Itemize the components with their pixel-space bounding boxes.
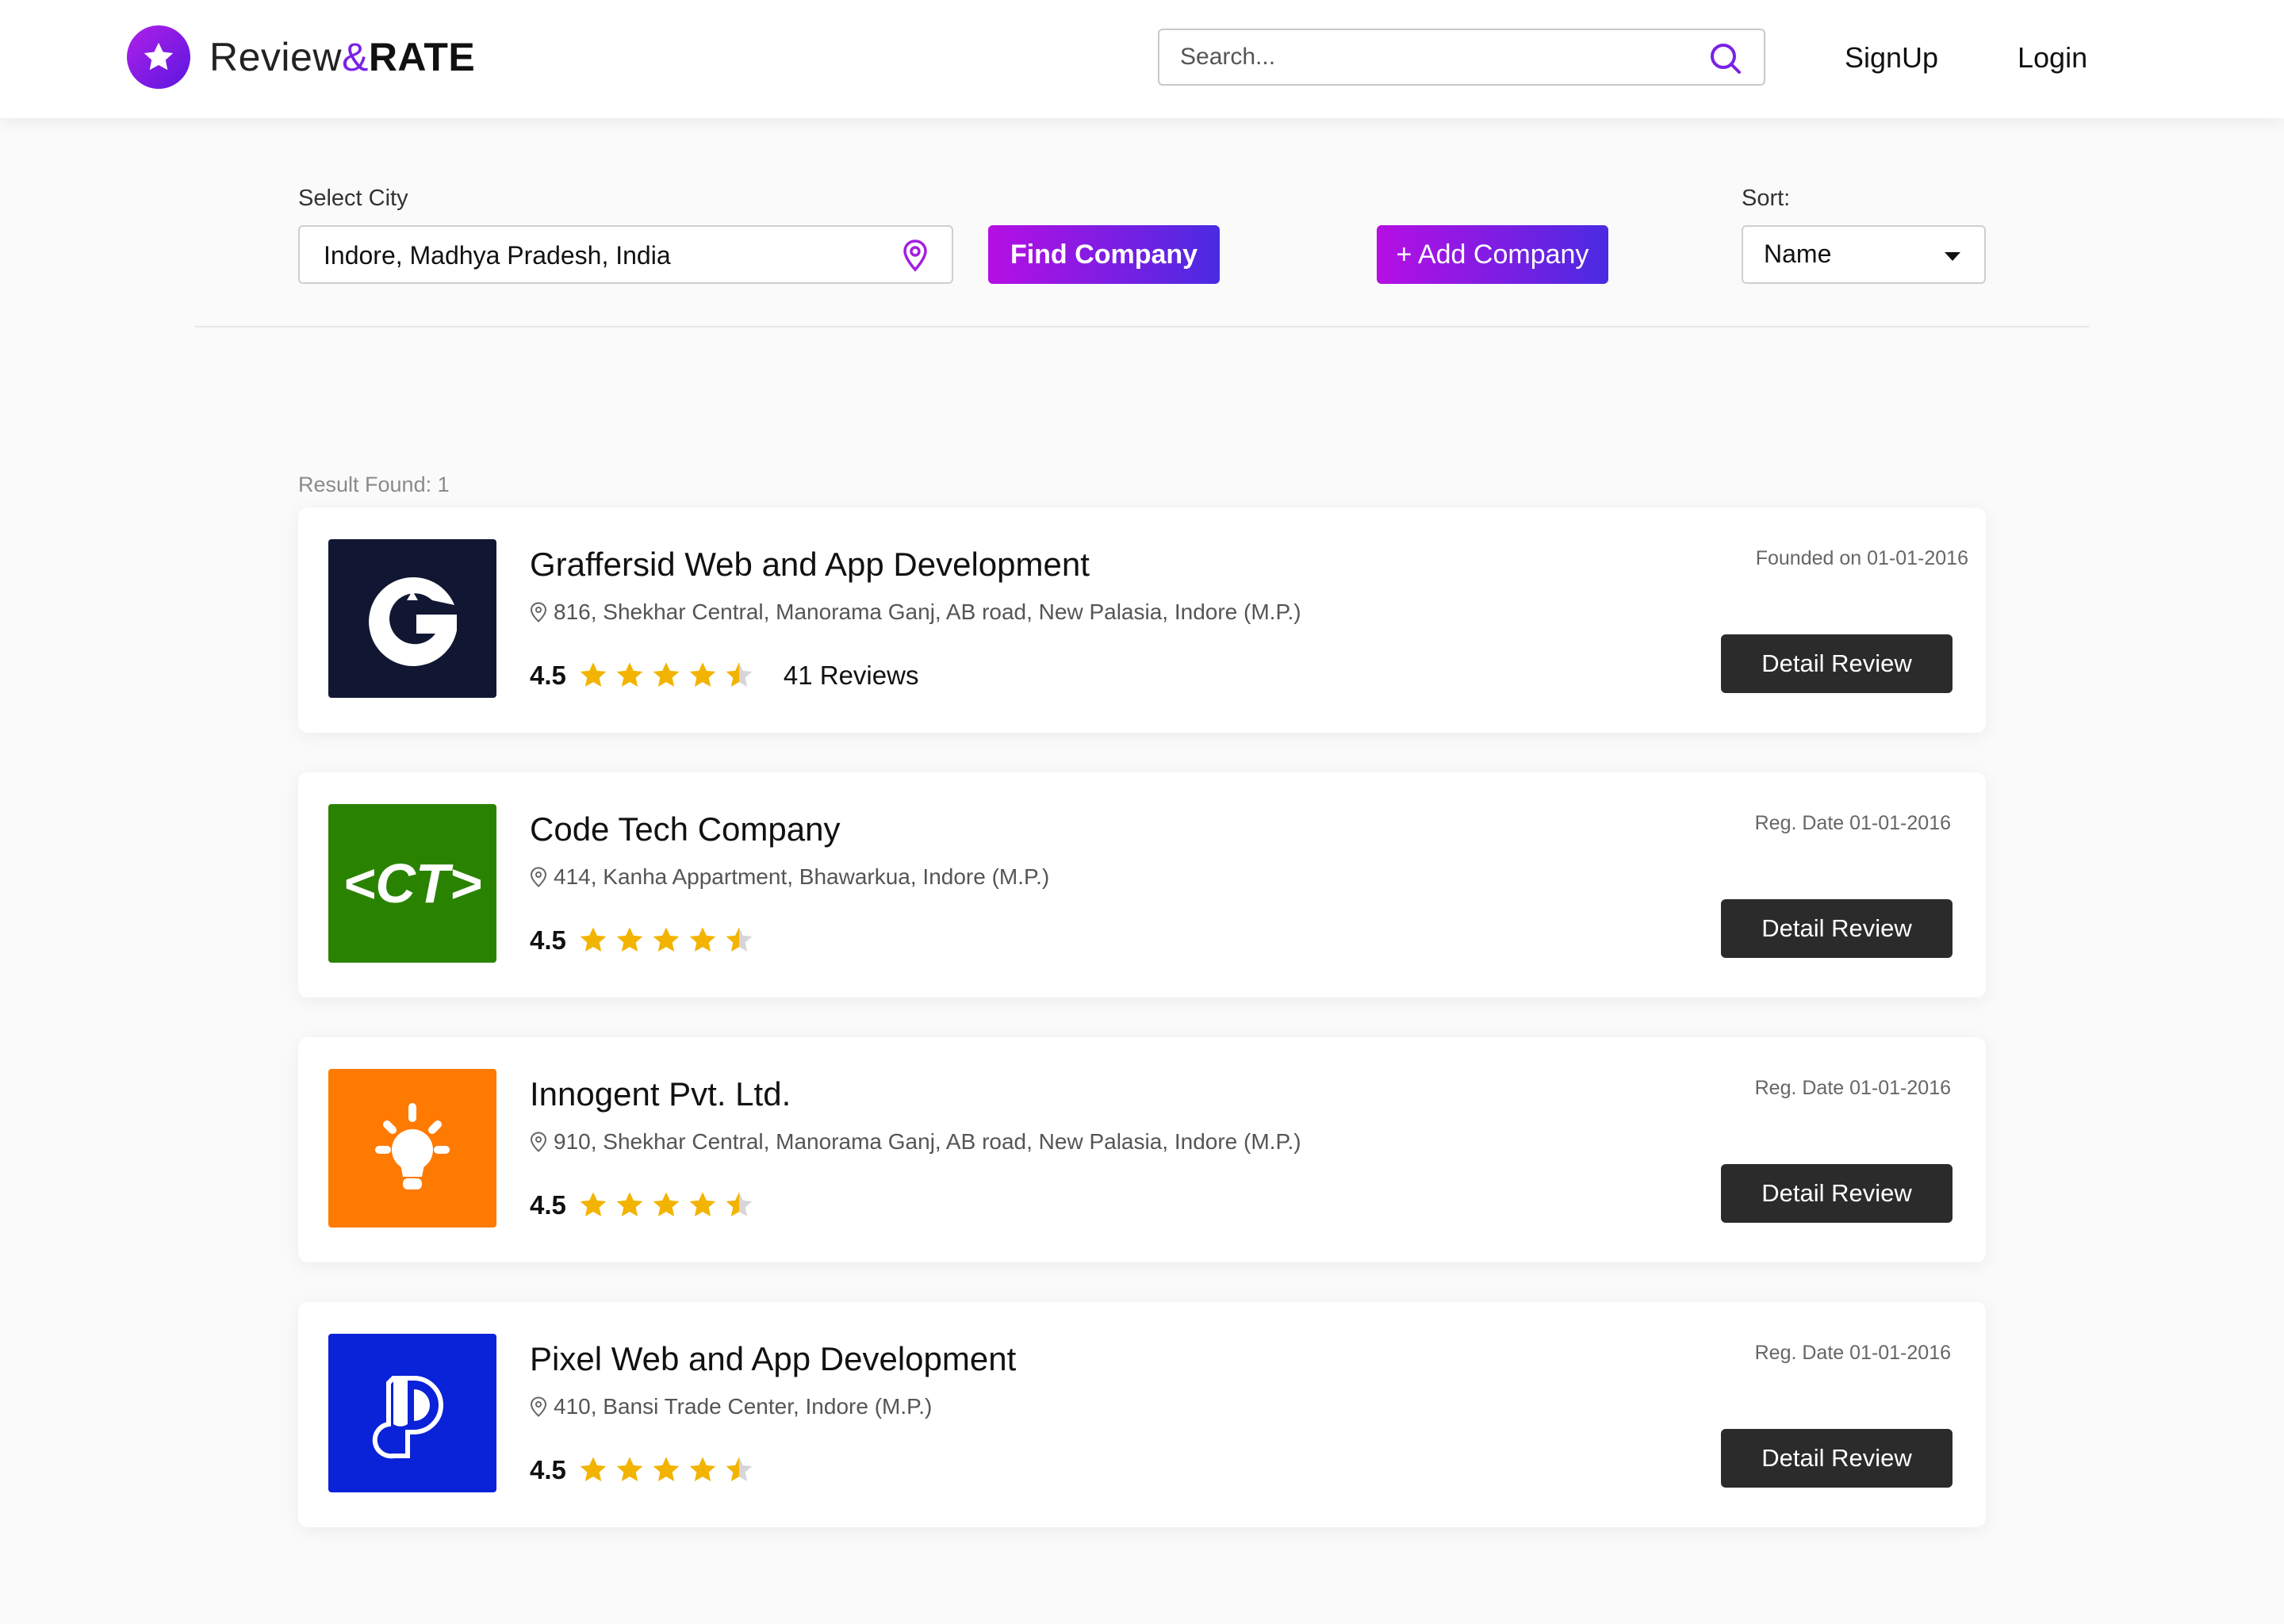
- add-company-button[interactable]: + Add Company: [1377, 225, 1608, 284]
- light-bulb-icon: [375, 1103, 450, 1189]
- result-count: Result Found: 1: [298, 473, 450, 496]
- detail-review-button[interactable]: Detail Review: [1721, 1429, 1953, 1488]
- founded-date: Founded on 01-01-2016: [1755, 547, 1968, 569]
- login-link[interactable]: Login: [2018, 41, 2087, 75]
- brand-name-main: Review: [209, 35, 342, 79]
- star-half-icon: [726, 1192, 753, 1216]
- star-icon: [127, 25, 190, 89]
- star-full-icon: [689, 662, 716, 687]
- detail-review-button[interactable]: Detail Review: [1721, 1164, 1953, 1223]
- company-address-text: 414, Kanha Appartment, Bhawarkua, Indore…: [554, 864, 1050, 889]
- rating-row: 4.5 41 Reviews: [530, 660, 918, 691]
- sort-select[interactable]: Name: [1742, 225, 1986, 284]
- company-address-text: 910, Shekhar Central, Manorama Ganj, AB …: [554, 1129, 1301, 1154]
- star-full-icon: [580, 1457, 607, 1481]
- location-pin-icon: [903, 239, 927, 272]
- company-logo: <CT>: [328, 804, 496, 963]
- caret-down-icon: [1945, 252, 1960, 261]
- city-field[interactable]: Indore, Madhya Pradesh, India: [298, 225, 953, 284]
- reviews-count[interactable]: 41 Reviews: [784, 661, 919, 691]
- star-full-icon: [616, 1457, 643, 1481]
- star-full-icon: [653, 1192, 680, 1216]
- sort-value: Name: [1764, 239, 1832, 268]
- company-address-text: 410, Bansi Trade Center, Indore (M.P.): [554, 1394, 933, 1419]
- search-box: [1158, 29, 1765, 86]
- company-card: Innogent Pvt. Ltd. 910, Shekhar Central,…: [298, 1037, 1986, 1262]
- company-address: 910, Shekhar Central, Manorama Ganj, AB …: [530, 1129, 1301, 1155]
- top-navbar: Review&RATE SignUp Login: [0, 0, 2284, 118]
- reg-date: Reg. Date 01-01-2016: [1754, 812, 1951, 834]
- company-card: Graffersid Web and App Development 816, …: [298, 508, 1986, 733]
- company-card: Pixel Web and App Development 410, Bansi…: [298, 1302, 1986, 1527]
- divider: [195, 326, 2089, 327]
- star-half-icon: [726, 1457, 753, 1481]
- company-name[interactable]: Graffersid Web and App Development: [530, 546, 1090, 584]
- star-full-icon: [616, 1192, 643, 1216]
- company-logo: [328, 539, 496, 698]
- rating-row: 4.5: [530, 1454, 760, 1486]
- star-full-icon: [616, 927, 643, 952]
- star-full-icon: [580, 662, 607, 687]
- company-card: <CT> Code Tech Company 414, Kanha Appart…: [298, 772, 1986, 998]
- g-logo-icon: [369, 577, 457, 667]
- location-pin-icon: [530, 1396, 547, 1417]
- rating-value: 4.5: [530, 1455, 566, 1484]
- star-full-icon: [580, 927, 607, 952]
- company-logo: [328, 1334, 496, 1492]
- reg-date: Reg. Date 01-01-2016: [1754, 1342, 1951, 1364]
- star-full-icon: [653, 1457, 680, 1481]
- star-full-icon: [689, 1457, 716, 1481]
- brand-name-rate: RATE: [368, 35, 476, 79]
- search-input[interactable]: [1178, 43, 1689, 71]
- reg-date: Reg. Date 01-01-2016: [1754, 1077, 1951, 1099]
- city-value: Indore, Madhya Pradesh, India: [324, 241, 671, 270]
- location-pin-icon: [530, 602, 547, 622]
- star-half-icon: [726, 927, 753, 952]
- company-address: 410, Bansi Trade Center, Indore (M.P.): [530, 1394, 932, 1419]
- select-city-label: Select City: [298, 186, 408, 211]
- search-icon[interactable]: [1708, 41, 1743, 76]
- star-half-icon: [726, 662, 753, 687]
- company-logo-text: <CT>: [343, 852, 482, 914]
- location-pin-icon: [530, 867, 547, 887]
- star-full-icon: [653, 662, 680, 687]
- star-full-icon: [580, 1192, 607, 1216]
- signup-link[interactable]: SignUp: [1845, 41, 1938, 75]
- detail-review-button[interactable]: Detail Review: [1721, 634, 1953, 693]
- location-pin-icon: [530, 1132, 547, 1152]
- rating-value: 4.5: [530, 661, 566, 690]
- company-address: 816, Shekhar Central, Manorama Ganj, AB …: [530, 599, 1301, 625]
- sort-label: Sort:: [1742, 186, 1791, 211]
- brand-logo[interactable]: Review&RATE: [127, 25, 475, 89]
- rating-value: 4.5: [530, 1190, 566, 1220]
- company-name[interactable]: Innogent Pvt. Ltd.: [530, 1075, 791, 1113]
- rating-value: 4.5: [530, 925, 566, 955]
- brand-name: Review&RATE: [209, 34, 475, 80]
- star-full-icon: [689, 927, 716, 952]
- company-name[interactable]: Code Tech Company: [530, 810, 840, 848]
- company-address: 414, Kanha Appartment, Bhawarkua, Indore…: [530, 864, 1049, 890]
- star-full-icon: [689, 1192, 716, 1216]
- detail-review-button[interactable]: Detail Review: [1721, 899, 1953, 958]
- company-logo: [328, 1069, 496, 1228]
- star-full-icon: [653, 927, 680, 952]
- company-name[interactable]: Pixel Web and App Development: [530, 1340, 1016, 1378]
- rating-row: 4.5: [530, 1189, 760, 1221]
- pixel-p-logo-icon: [372, 1376, 443, 1459]
- star-full-icon: [616, 662, 643, 687]
- company-address-text: 816, Shekhar Central, Manorama Ganj, AB …: [554, 599, 1301, 624]
- rating-row: 4.5: [530, 925, 760, 956]
- brand-name-amp: &: [341, 35, 369, 79]
- find-company-button[interactable]: Find Company: [988, 225, 1220, 284]
